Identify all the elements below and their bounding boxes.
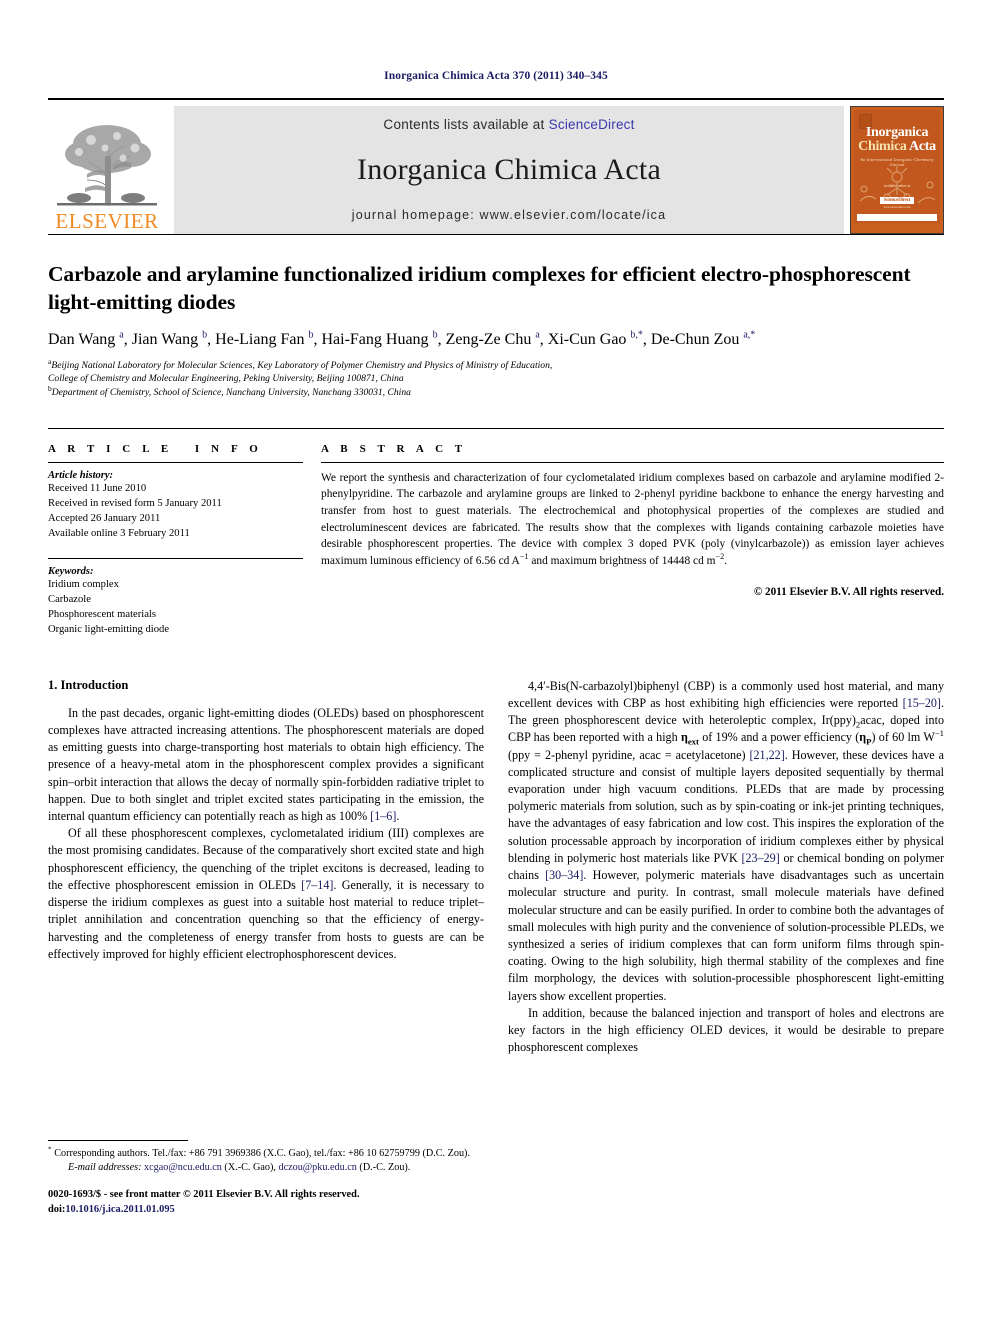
doi-label: doi: — [48, 1203, 66, 1215]
doi-value[interactable]: 10.1016/j.ica.2011.01.095 — [65, 1204, 174, 1215]
article-title: Carbazole and arylamine functionalized i… — [48, 262, 911, 314]
contents-available-line: Contents lists available at ScienceDirec… — [383, 117, 634, 132]
keywords-rule — [48, 557, 303, 559]
body-column-right: 4,4′-Bis(N-carbazolyl)biphenyl (CBP) is … — [508, 678, 944, 1218]
journal-title: Inorganica Chimica Acta — [357, 153, 661, 186]
elsevier-wordmark: ELSEVIER — [55, 209, 159, 233]
paragraph: Of all these phosphorescent complexes, c… — [48, 826, 484, 961]
elsevier-tree-icon — [55, 118, 159, 210]
contents-text: Contents lists available at — [383, 117, 545, 132]
article-history-item: Received in revised form 5 January 2011 — [48, 497, 222, 509]
affiliation-line: bDepartment of Chemistry, School of Scie… — [48, 383, 411, 399]
doi-line: doi:10.1016/j.ica.2011.01.095 — [48, 1203, 484, 1218]
paragraph: 4,4′-Bis(N-carbazolyl)biphenyl (CBP) is … — [508, 678, 945, 1003]
journal-article-page: Inorganica Chimica Acta 370 (2011) 340–3… — [0, 0, 992, 1323]
article-history-label: Article history: — [48, 469, 114, 481]
abstract-heading: A B S T R A C T — [321, 442, 467, 455]
email-label: E-mail addresses: — [68, 1162, 142, 1174]
paragraph: In the past decades, organic light-emitt… — [48, 705, 484, 823]
cover-title-line3: Acta — [909, 139, 936, 155]
article-info-rule — [48, 461, 303, 463]
email-note: E-mail addresses: xcgao@ncu.edu.cn (X.-C… — [48, 1161, 484, 1175]
email-addresses[interactable]: xcgao@ncu.edu.cn (X.-C. Gao), dczou@pku.… — [144, 1162, 410, 1173]
body-column-left: 1. Introduction In the past decades, org… — [48, 678, 484, 1218]
corresponding-author-note: * Corresponding authors. Tel./fax: +86 7… — [48, 1144, 470, 1159]
affiliation-line: College of Chemistry and Molecular Engin… — [48, 373, 404, 385]
cover-sd-label: available online at — [883, 184, 911, 188]
cover-title-line2: Chimica — [858, 139, 907, 155]
cover-title: Inorganica Chimica Acta — [854, 125, 940, 155]
copyright-line: © 2011 Elsevier B.V. All rights reserved… — [753, 585, 944, 598]
journal-homepage-link[interactable]: journal homepage: www.elsevier.com/locat… — [352, 208, 666, 222]
keyword-item: Organic light-emitting diode — [48, 624, 170, 636]
issn-line: 0020-1693/$ - see front matter © 2011 El… — [48, 1188, 360, 1200]
journal-band: Contents lists available at ScienceDirec… — [174, 106, 844, 234]
keywords-label: Keywords: — [48, 565, 94, 577]
affiliation-line: aBeijing National Laboratory for Molecul… — [48, 356, 553, 371]
keyword-item: Phosphorescent materials — [48, 609, 156, 621]
journal-cover-thumbnail[interactable]: Inorganica Chimica Acta An International… — [850, 106, 944, 234]
info-abstract-block: A R T I C L E I N F O Article history: R… — [48, 427, 944, 638]
article-history-item: Accepted 26 January 2011 — [48, 513, 161, 525]
cover-inner: Inorganica Chimica Acta An International… — [854, 110, 940, 223]
journal-masthead: ELSEVIER Contents lists available at Sci… — [48, 98, 944, 234]
footnote-rule — [48, 1139, 188, 1141]
keywords-block: Keywords: Iridium complex Carbazole Phos… — [48, 557, 303, 638]
article-info-column: A R T I C L E I N F O Article history: R… — [48, 443, 321, 638]
article-info-heading: A R T I C L E I N F O — [48, 442, 263, 455]
abstract-column: A B S T R A C T We report the synthesis … — [321, 443, 944, 638]
running-head: Inorganica Chimica Acta 370 (2011) 340–3… — [384, 70, 608, 82]
issn-copyright-block: 0020-1693/$ - see front matter © 2011 El… — [48, 1188, 484, 1218]
cover-sd-box: ScienceDirect — [879, 197, 915, 204]
masthead-bottom-rule — [48, 234, 944, 235]
keyword-item: Carbazole — [48, 593, 91, 605]
section-title-introduction: 1. Introduction — [48, 677, 129, 692]
cover-sciencedirect-badge: available online at ScienceDirect www.sc… — [854, 184, 940, 209]
abstract-rule — [321, 461, 944, 463]
cover-sd-url: www.sciencedirect.com — [883, 206, 911, 209]
sciencedirect-link[interactable]: ScienceDirect — [549, 117, 635, 132]
cover-bottom-strip — [857, 214, 937, 221]
footnote-zone: * Corresponding authors. Tel./fax: +86 7… — [48, 1139, 484, 1218]
author-list: Dan Wang a, Jian Wang b, He-Liang Fan b,… — [48, 329, 756, 349]
affiliations: aBeijing National Laboratory for Molecul… — [48, 356, 944, 400]
paragraph: In addition, because the balanced inject… — [508, 1005, 944, 1055]
keyword-item: Iridium complex — [48, 578, 119, 590]
article-history-item: Available online 3 February 2011 — [48, 528, 190, 540]
body-columns: 1. Introduction In the past decades, org… — [48, 678, 944, 1218]
abstract-body: We report the synthesis and characteriza… — [321, 471, 944, 567]
elsevier-logo: ELSEVIER — [48, 106, 166, 234]
cover-title-line1: Inorganica — [865, 125, 929, 140]
article-history-item: Received 11 June 2010 — [48, 482, 147, 494]
